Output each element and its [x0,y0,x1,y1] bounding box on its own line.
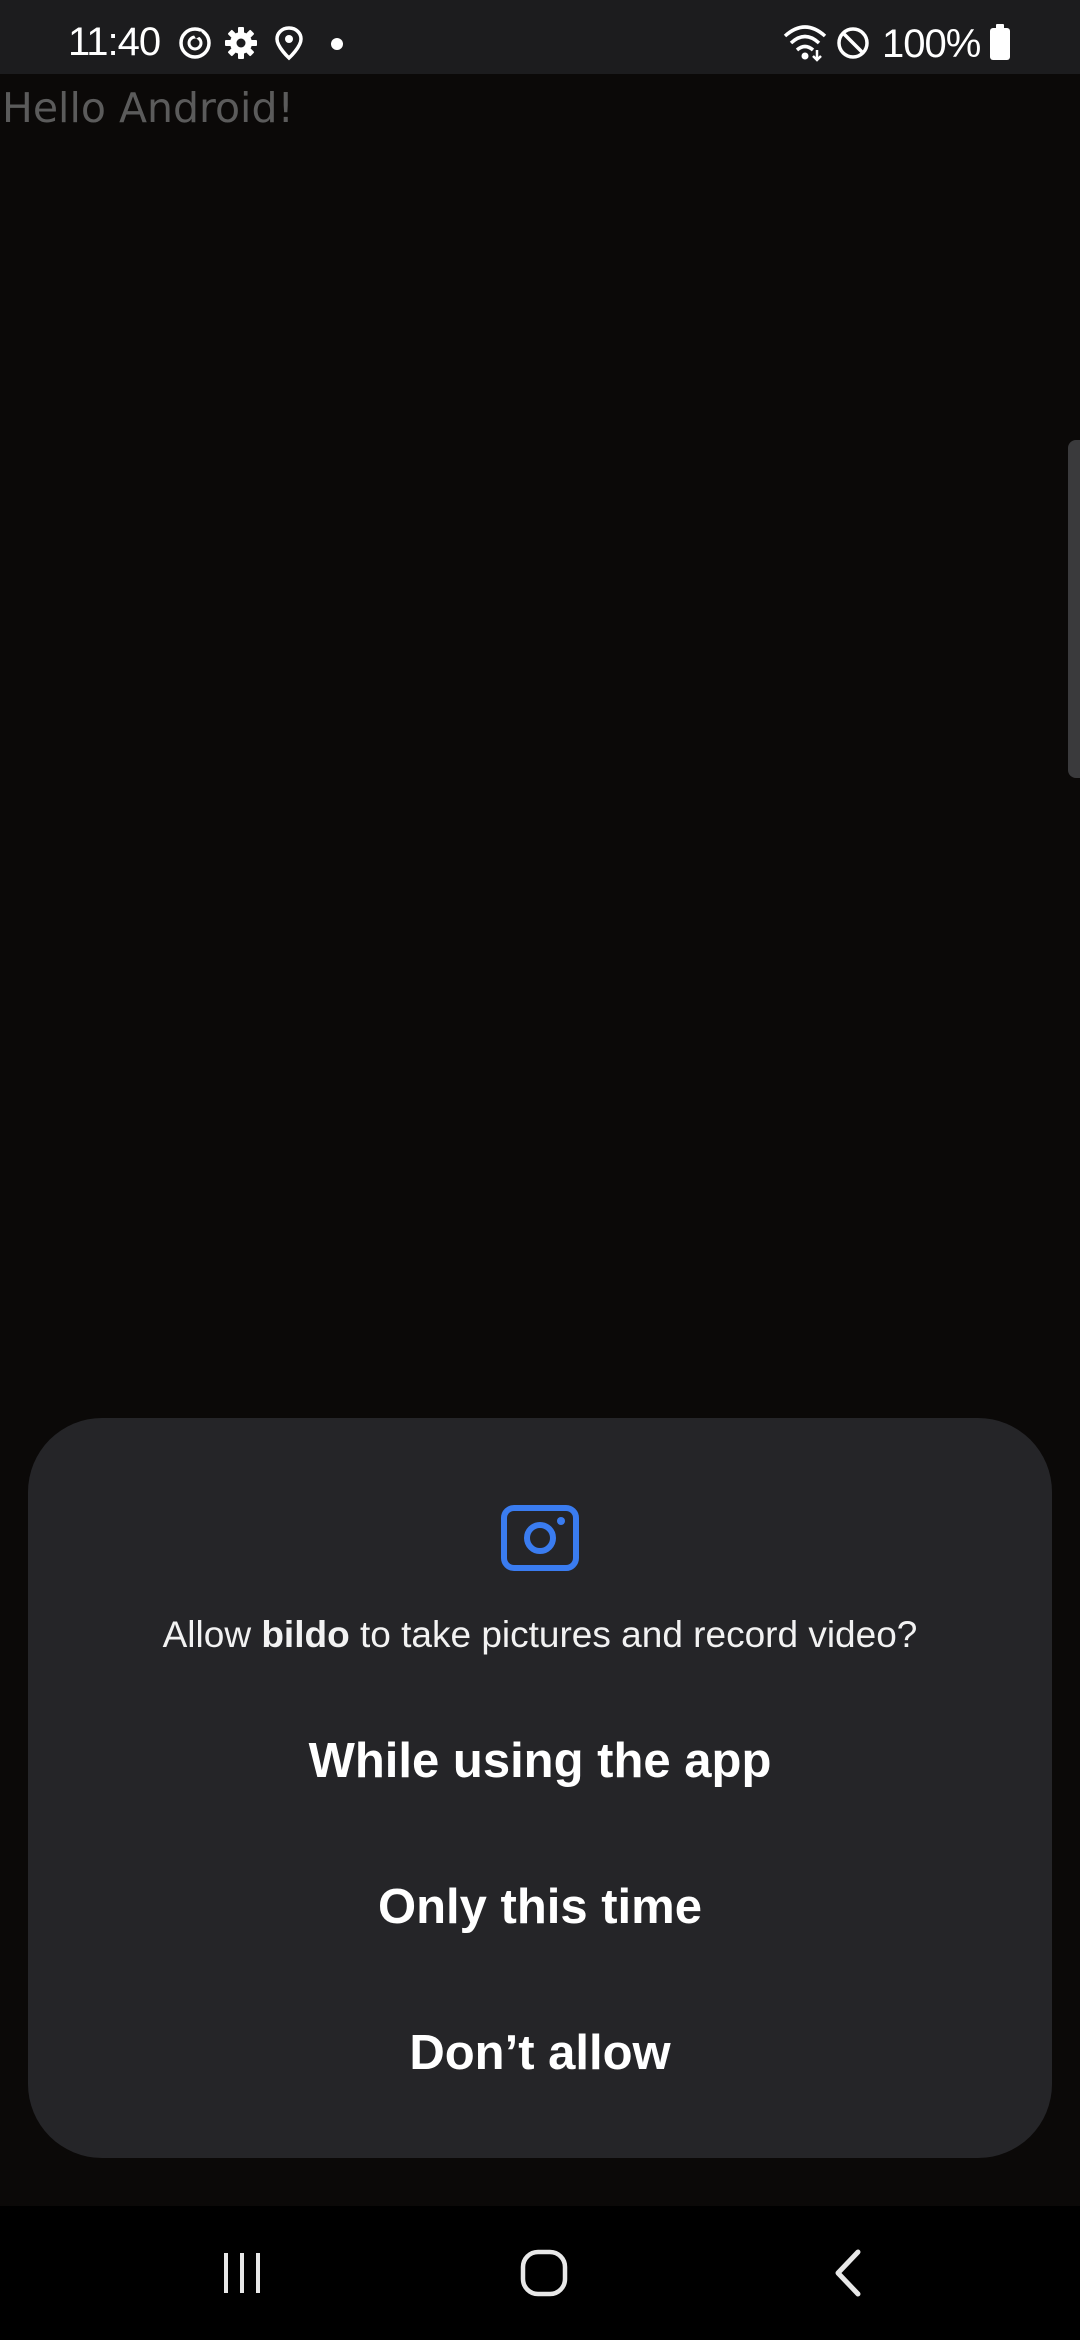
permission-message: Allow bildo to take pictures and record … [28,1614,1052,1656]
recent-apps-icon [224,2253,260,2293]
edge-panel-handle[interactable] [1068,440,1080,778]
sync-icon [179,27,211,59]
home-button[interactable] [484,2230,604,2316]
settings-icon [225,27,257,59]
home-icon [520,2249,568,2297]
navigation-bar [0,2206,1080,2340]
message-suffix: to take pictures and record video? [349,1614,918,1655]
only-this-time-button[interactable]: Only this time [28,1852,1052,1962]
dont-allow-button[interactable]: Don’t allow [28,1998,1052,2108]
while-using-app-button[interactable]: While using the app [28,1706,1052,1816]
message-prefix: Allow [162,1614,262,1655]
hello-text: Hello Android! [2,84,294,132]
camera-icon [501,1505,579,1571]
wifi-icon [783,25,827,62]
back-icon [835,2249,861,2297]
back-button[interactable] [788,2230,908,2316]
battery-percent: 100% [882,22,981,66]
recent-apps-button[interactable] [182,2230,302,2316]
location-icon [275,26,303,61]
notification-dot-icon [331,38,343,50]
do-not-disturb-icon [837,27,869,59]
permission-dialog: Allow bildo to take pictures and record … [28,1418,1052,2158]
status-bar: 11:40 100% [0,0,1080,74]
status-time: 11:40 [68,20,161,64]
app-name: bildo [261,1614,350,1655]
battery-icon [990,24,1010,60]
